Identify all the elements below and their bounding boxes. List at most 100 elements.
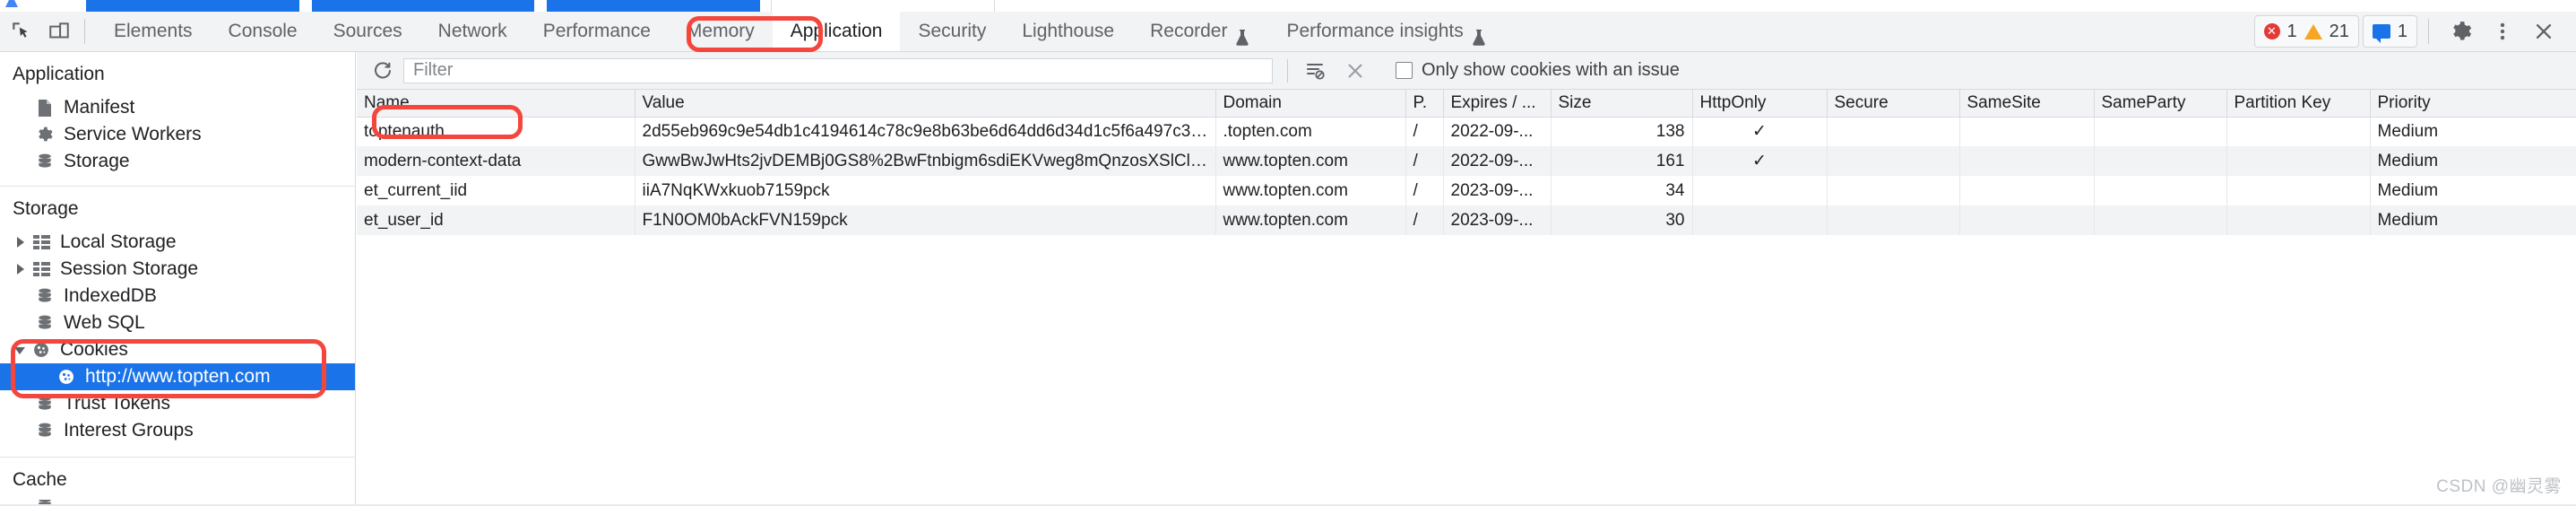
device-toolbar-icon[interactable] — [43, 15, 75, 48]
cell-partition-key[interactable] — [2226, 176, 2370, 205]
cell-value[interactable]: iiA7NqKWxkuob7159pck — [635, 176, 1215, 205]
sidebar-item-storage[interactable]: Storage — [0, 148, 355, 175]
cell-path[interactable]: / — [1405, 176, 1443, 205]
sidebar-item-interest-groups[interactable]: Interest Groups — [0, 417, 355, 444]
clear-all-cookies-icon[interactable] — [1342, 57, 1369, 84]
sidebar-item-indexeddb[interactable]: IndexedDB — [0, 283, 355, 310]
column-header-name[interactable]: Name — [357, 90, 635, 117]
cell-size[interactable]: 138 — [1551, 117, 1692, 146]
tab-security[interactable]: Security — [900, 12, 1004, 51]
table-row[interactable]: et_user_id F1N0OM0bAckFVN159pck www.topt… — [357, 205, 2576, 235]
browser-tab-stub[interactable] — [771, 0, 995, 12]
cell-secure[interactable] — [1827, 146, 1959, 176]
sidebar-item-trust-tokens[interactable]: Trust Tokens — [0, 390, 355, 417]
cell-partition-key[interactable] — [2226, 117, 2370, 146]
cell-secure[interactable] — [1827, 205, 1959, 235]
column-header-samesite[interactable]: SameSite — [1959, 90, 2094, 117]
cell-httponly[interactable]: ✓ — [1692, 117, 1827, 146]
cell-priority[interactable]: Medium — [2370, 146, 2576, 176]
table-row[interactable]: toptenauth 2d55eb969c9e54db1c4194614c78c… — [357, 117, 2576, 146]
only-show-issues-checkbox[interactable]: Only show cookies with an issue — [1396, 60, 1680, 81]
sidebar-item-manifest[interactable]: Manifest — [0, 94, 355, 121]
cell-priority[interactable]: Medium — [2370, 117, 2576, 146]
gear-icon[interactable] — [2445, 15, 2477, 48]
browser-tab-stub[interactable] — [312, 0, 534, 12]
column-header-size[interactable]: Size — [1551, 90, 1692, 117]
sidebar-item-cookies[interactable]: Cookies — [0, 336, 355, 363]
cell-samesite[interactable] — [1959, 117, 2094, 146]
column-header-expires[interactable]: Expires / ... — [1443, 90, 1551, 117]
cell-partition-key[interactable] — [2226, 146, 2370, 176]
cell-samesite[interactable] — [1959, 205, 2094, 235]
issue-counters[interactable]: ✕ 1 21 — [2254, 15, 2359, 48]
cell-size[interactable]: 30 — [1551, 205, 1692, 235]
column-header-httponly[interactable]: HttpOnly — [1692, 90, 1827, 117]
cell-sameparty[interactable] — [2094, 117, 2226, 146]
tab-network[interactable]: Network — [420, 12, 525, 51]
cell-httponly[interactable] — [1692, 205, 1827, 235]
tab-sources[interactable]: Sources — [316, 12, 420, 51]
cell-priority[interactable]: Medium — [2370, 176, 2576, 205]
tab-recorder[interactable]: Recorder — [1132, 12, 1268, 51]
column-header-partition-key[interactable]: Partition Key — [2226, 90, 2370, 117]
cell-path[interactable]: / — [1405, 205, 1443, 235]
tab-console[interactable]: Console — [211, 12, 316, 51]
cell-size[interactable]: 161 — [1551, 146, 1692, 176]
cell-expires[interactable]: 2022-09-... — [1443, 146, 1551, 176]
cell-expires[interactable]: 2022-09-... — [1443, 117, 1551, 146]
column-header-value[interactable]: Value — [635, 90, 1215, 117]
table-row[interactable]: modern-context-data GwwBwJwHts2jvDEMBj0G… — [357, 146, 2576, 176]
sidebar-item-session-storage[interactable]: Session Storage — [0, 256, 355, 283]
cell-partition-key[interactable] — [2226, 205, 2370, 235]
tab-performance[interactable]: Performance — [525, 12, 669, 51]
cell-name[interactable]: et_user_id — [357, 205, 635, 235]
inspect-element-icon[interactable] — [5, 15, 38, 48]
cell-size[interactable]: 34 — [1551, 176, 1692, 205]
browser-tab-stub[interactable] — [547, 0, 760, 12]
browser-tab-stub[interactable] — [86, 0, 299, 12]
cell-sameparty[interactable] — [2094, 176, 2226, 205]
column-header-priority[interactable]: Priority — [2370, 90, 2576, 117]
cell-samesite[interactable] — [1959, 146, 2094, 176]
cell-samesite[interactable] — [1959, 176, 2094, 205]
cell-secure[interactable] — [1827, 117, 1959, 146]
chevron-right-icon[interactable] — [13, 261, 29, 277]
cell-sameparty[interactable] — [2094, 205, 2226, 235]
cell-domain[interactable]: www.topten.com — [1215, 205, 1405, 235]
cell-sameparty[interactable] — [2094, 146, 2226, 176]
column-header-domain[interactable]: Domain — [1215, 90, 1405, 117]
tab-lighthouse[interactable]: Lighthouse — [1004, 12, 1132, 51]
checkbox-box[interactable] — [1396, 62, 1413, 79]
sidebar-item-web-sql[interactable]: Web SQL — [0, 310, 355, 336]
tab-application[interactable]: Application — [773, 12, 901, 51]
tab-memory[interactable]: Memory — [669, 12, 773, 51]
cell-domain[interactable]: www.topten.com — [1215, 176, 1405, 205]
cell-name[interactable]: toptenauth — [357, 117, 635, 146]
cell-expires[interactable]: 2023-09-... — [1443, 176, 1551, 205]
refresh-icon[interactable] — [367, 56, 398, 86]
kebab-menu-icon[interactable] — [2486, 15, 2519, 48]
message-counter[interactable]: 1 — [2363, 15, 2417, 48]
sidebar-item-local-storage[interactable]: Local Storage — [0, 229, 355, 256]
cell-httponly[interactable]: ✓ — [1692, 146, 1827, 176]
cell-name[interactable]: et_current_iid — [357, 176, 635, 205]
column-header-secure[interactable]: Secure — [1827, 90, 1959, 117]
close-icon[interactable] — [2528, 15, 2560, 48]
chevron-down-icon[interactable] — [13, 342, 29, 358]
column-header-sameparty[interactable]: SameParty — [2094, 90, 2226, 117]
cell-path[interactable]: / — [1405, 146, 1443, 176]
column-header-path[interactable]: P. — [1405, 90, 1443, 117]
cell-priority[interactable]: Medium — [2370, 205, 2576, 235]
clear-filtered-cookies-icon[interactable] — [1302, 57, 1329, 84]
cell-name[interactable]: modern-context-data — [357, 146, 635, 176]
cell-path[interactable]: / — [1405, 117, 1443, 146]
sidebar-item-service-workers[interactable]: Service Workers — [0, 121, 355, 148]
table-row[interactable]: et_current_iid iiA7NqKWxkuob7159pck www.… — [357, 176, 2576, 205]
cell-value[interactable]: F1N0OM0bAckFVN159pck — [635, 205, 1215, 235]
tab-performance-insights[interactable]: Performance insights — [1268, 12, 1504, 51]
cell-value[interactable]: GwwBwJwHts2jvDEMBj0GS8%2BwFtnbigm6sdiEKV… — [635, 146, 1215, 176]
chevron-right-icon[interactable] — [13, 234, 29, 250]
cell-secure[interactable] — [1827, 176, 1959, 205]
tab-elements[interactable]: Elements — [96, 12, 211, 51]
cell-httponly[interactable] — [1692, 176, 1827, 205]
